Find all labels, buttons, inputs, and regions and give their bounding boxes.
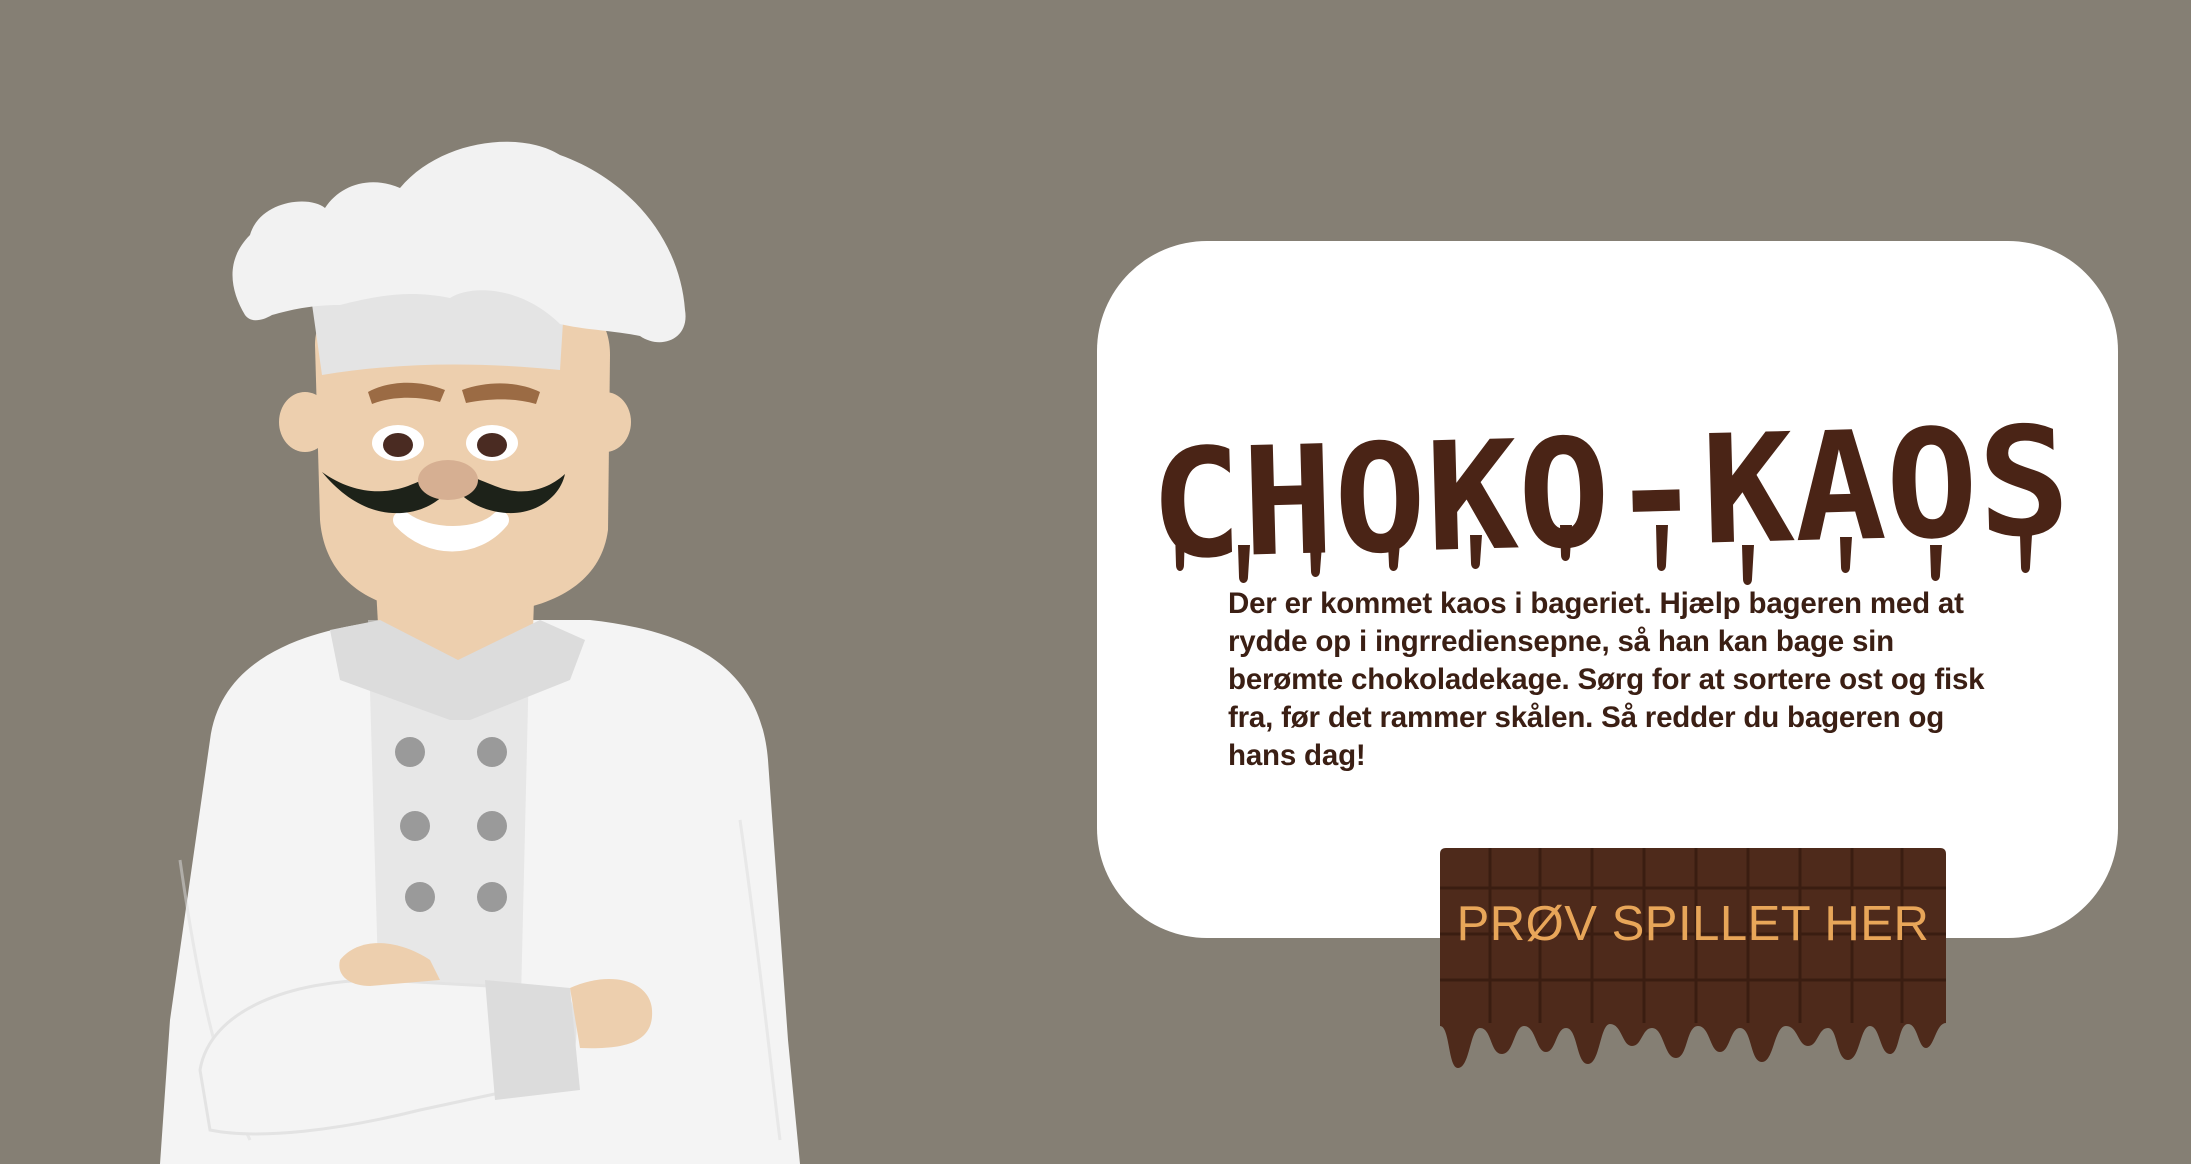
chef-icon [160, 141, 800, 1164]
jacket-button [405, 882, 435, 912]
chocolate-bar-icon [1440, 848, 1946, 1068]
game-description: Der er kommet kaos i bageriet. Hjælp bag… [1228, 587, 1985, 772]
jacket-button [477, 737, 507, 767]
game-title: CHOKO-KAOS [1148, 395, 2072, 593]
jacket-button [400, 811, 430, 841]
jacket-button [477, 811, 507, 841]
chef-pupil-left [383, 433, 413, 457]
chef-hand-right [570, 979, 653, 1049]
chef-ear-left [279, 392, 331, 452]
landing-page: CHOKO-KAOS Der er kommet kaos i bageriet… [0, 0, 2191, 1164]
chef-sleeve-cuff [485, 980, 580, 1100]
chef-ear-right [579, 392, 631, 452]
chef-pupil-right [477, 433, 507, 457]
jacket-button [477, 882, 507, 912]
jacket-button [395, 737, 425, 767]
play-button-label: PRØV SPILLET HER [1456, 897, 1930, 951]
chef-illustration [140, 100, 820, 1164]
play-game-button[interactable]: PRØV SPILLET HER [1440, 848, 1946, 1070]
chocolate-drip-logo-icon: CHOKO-KAOS [1148, 395, 2072, 593]
chocolate-bar-body [1440, 848, 1946, 1068]
game-logo: CHOKO-KAOS [1140, 395, 2080, 593]
chef-nose [418, 460, 478, 500]
